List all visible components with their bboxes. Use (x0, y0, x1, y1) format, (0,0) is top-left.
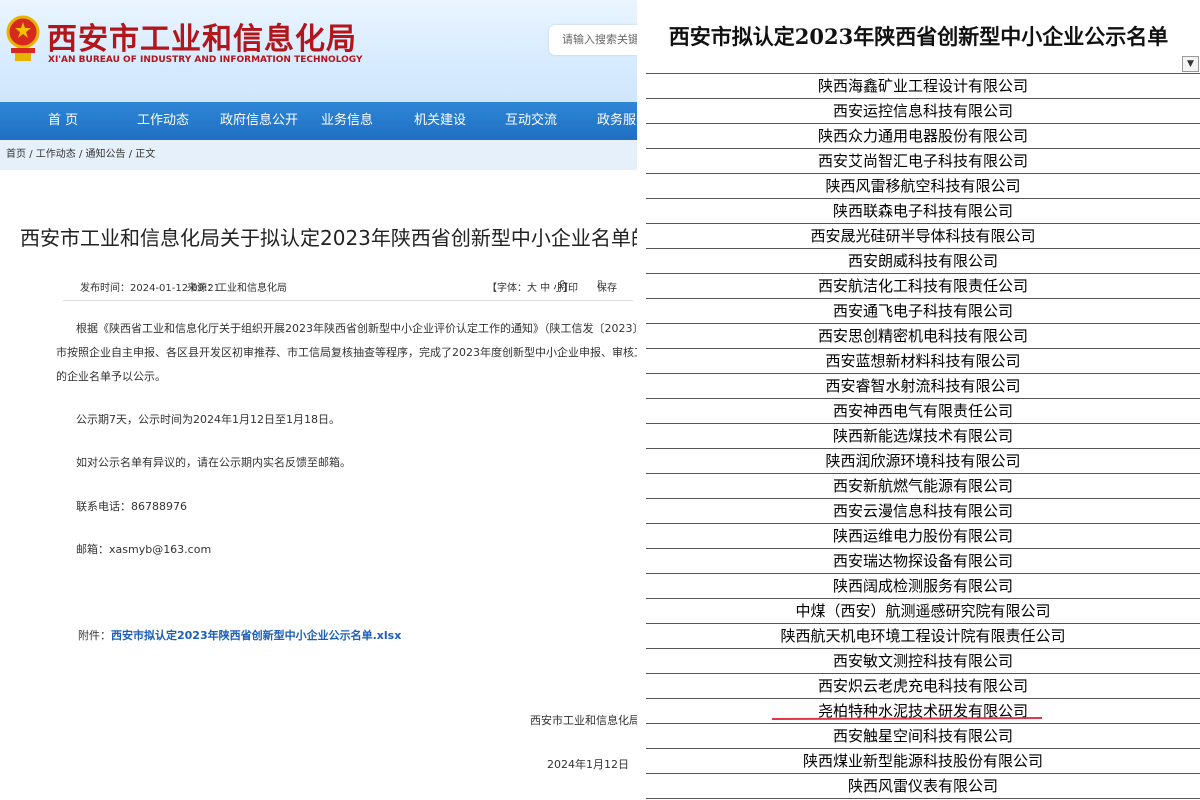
breadcrumb-separator: / (128, 149, 133, 160)
nav-item-services[interactable]: 政务服务 (597, 102, 637, 140)
site-header: 西安市工业和信息化局 XI'AN BUREAU OF INDUSTRY AND … (0, 0, 637, 102)
table-row[interactable]: 西安航洁化工科技有限责任公司 (646, 274, 1200, 299)
contact-email: 邮箱：xasmyb@163.com (76, 543, 212, 556)
table-row[interactable]: 西安敏文测控科技有限公司 (646, 649, 1200, 674)
table-row[interactable]: 西安通飞电子科技有限公司 (646, 299, 1200, 324)
main-nav: 首 页 工作动态 政府信息公开 业务信息 机关建设 互动交流 政务服务 (0, 102, 637, 140)
breadcrumb-current: 正文 (135, 149, 156, 160)
breadcrumb-work-news[interactable]: 工作动态 (36, 149, 76, 160)
table-row[interactable]: 西安朗威科技有限公司 (646, 249, 1200, 274)
article-paragraph: 如对公示名单有异议的，请在公示期内实名反馈至邮箱。 (76, 456, 351, 469)
handwritten-underline-mark (772, 717, 1042, 720)
table-row[interactable]: 西安炽云老虎充电科技有限公司 (646, 674, 1200, 699)
table-row[interactable]: 陕西联森电子科技有限公司 (646, 199, 1200, 224)
article-source: 来源：工业和信息化局 (187, 283, 287, 294)
nav-item-work-news[interactable]: 工作动态 (137, 102, 189, 140)
spreadsheet-panel: 西安市拟认定2023年陕西省创新型中小企业公示名单 ▼ 陕西海鑫矿业工程设计有限… (637, 0, 1200, 800)
page-title: 西安市工业和信息化局关于拟认定2023年陕西省创新型中小企业名单的公示 (20, 226, 637, 250)
table-row[interactable]: 陕西众力通用电器股份有限公司 (646, 124, 1200, 149)
nav-item-interaction[interactable]: 互动交流 (505, 102, 557, 140)
table-row[interactable]: 西安神西电气有限责任公司 (646, 399, 1200, 424)
article-meta: 发布时间：2024-01-12 09:21 来源：工业和信息化局 【字体：大 中… (80, 279, 617, 294)
sheet-title: 西安市拟认定2023年陕西省创新型中小企业公示名单 (668, 24, 1169, 49)
web-page-panel: 西安市工业和信息化局 XI'AN BUREAU OF INDUSTRY AND … (0, 0, 637, 800)
breadcrumb-notices[interactable]: 通知公告 (86, 149, 126, 160)
site-title-english: XI'AN BUREAU OF INDUSTRY AND INFORMATION… (48, 55, 363, 65)
nav-item-party-building[interactable]: 机关建设 (414, 102, 466, 140)
table-row[interactable]: 陕西阔成检测服务有限公司 (646, 574, 1200, 599)
table-row[interactable]: 尧柏特种水泥技术研发有限公司 (646, 699, 1200, 724)
search-input[interactable]: 请输入搜索关键词 (549, 25, 637, 55)
attachment: 附件：西安市拟认定2023年陕西省创新型中小企业公示名单.xlsx (78, 627, 401, 643)
dropdown-arrow-icon: ▼ (1187, 59, 1194, 69)
table-row[interactable]: 西安触星空间科技有限公司 (646, 724, 1200, 749)
breadcrumb-separator: / (78, 149, 83, 160)
attachment-label: 附件： (78, 629, 111, 642)
article-paragraph: 市按照企业自主申报、各区县开发区初审推荐、市工信局复核抽查等程序，完成了2023… (56, 346, 637, 359)
table-row[interactable]: 西安云漫信息科技有限公司 (646, 499, 1200, 524)
table-row[interactable]: 陕西新能选煤技术有限公司 (646, 424, 1200, 449)
nav-item-home[interactable]: 首 页 (48, 102, 78, 140)
breadcrumb-home[interactable]: 首页 (6, 149, 26, 160)
nav-item-business[interactable]: 业务信息 (321, 102, 373, 140)
table-row[interactable]: 中煤（西安）航测遥感研究院有限公司 (646, 599, 1200, 624)
signature-date: 2024年1月12日 (547, 758, 629, 771)
article-paragraph: 根据《陕西省工业和信息化厅关于组织开展2023年陕西省创新型中小企业评价认定工作… (76, 322, 637, 335)
signature-org: 西安市工业和信息化局 (530, 714, 637, 727)
table-row[interactable]: 陕西风雷仪表有限公司 (646, 774, 1200, 799)
site-title[interactable]: 西安市工业和信息化局 (47, 14, 357, 58)
table-row[interactable]: 陕西海鑫矿业工程设计有限公司 (646, 74, 1200, 99)
table-row[interactable]: 西安新航燃气能源有限公司 (646, 474, 1200, 499)
table-row[interactable]: 西安晟光硅研半导体科技有限公司 (646, 224, 1200, 249)
table-row[interactable]: 陕西运维电力股份有限公司 (646, 524, 1200, 549)
table-row[interactable]: 陕西煤业新型能源科技股份有限公司 (646, 749, 1200, 774)
table-row[interactable]: 陕西风雷移航空科技有限公司 (646, 174, 1200, 199)
attachment-link[interactable]: 西安市拟认定2023年陕西省创新型中小企业公示名单.xlsx (111, 629, 401, 642)
article-paragraph: 公示期7天，公示时间为2024年1月12日至1月18日。 (76, 413, 340, 426)
filter-dropdown[interactable]: ▼ (1182, 56, 1199, 72)
breadcrumb-separator: / (29, 149, 33, 160)
table-row[interactable]: 西安艾尚智汇电子科技有限公司 (646, 149, 1200, 174)
table-row[interactable]: 西安思创精密机电科技有限公司 (646, 324, 1200, 349)
article-paragraph: 的企业名单予以公示。 (56, 370, 166, 383)
table-row[interactable]: 陕西润欣源环境科技有限公司 (646, 449, 1200, 474)
table-row[interactable]: 西安运控信息科技有限公司 (646, 99, 1200, 124)
table-row[interactable]: 西安蓝想新材料科技有限公司 (646, 349, 1200, 374)
table-row[interactable]: 陕西航天机电环境工程设计院有限责任公司 (646, 624, 1200, 649)
national-emblem-icon (6, 15, 40, 61)
table-row[interactable]: 西安睿智水射流科技有限公司 (646, 374, 1200, 399)
meta-divider (63, 300, 633, 301)
breadcrumb: 首页 / 工作动态 / 通知公告 / 正文 (0, 140, 637, 170)
nav-item-gov-info[interactable]: 政府信息公开 (220, 102, 298, 140)
contact-phone: 联系电话：86788976 (76, 500, 187, 513)
table-row[interactable]: 西安瑞达物探设备有限公司 (646, 549, 1200, 574)
company-list: 陕西海鑫矿业工程设计有限公司 西安运控信息科技有限公司 陕西众力通用电器股份有限公司… (646, 74, 1200, 799)
